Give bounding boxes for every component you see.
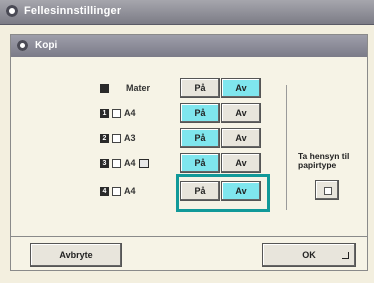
vertical-divider bbox=[286, 85, 287, 210]
settings-icon bbox=[6, 5, 18, 17]
row-label-drawer-2: 2 A3 bbox=[100, 131, 136, 145]
cancel-label: Avbryte bbox=[59, 250, 93, 260]
row-2-off-button[interactable]: Av bbox=[221, 128, 261, 148]
ok-button[interactable]: OK bbox=[262, 243, 356, 267]
row-1-off-button[interactable]: Av bbox=[221, 103, 261, 123]
row-label-drawer-3: 3 A4 bbox=[100, 156, 149, 170]
row-label-drawer-1: 1 A4 bbox=[100, 106, 136, 120]
tray-orientation-icon bbox=[138, 158, 149, 168]
footer-divider bbox=[11, 236, 367, 237]
row-0-off-button[interactable]: Av bbox=[221, 78, 261, 98]
drawer-number: 3 bbox=[100, 158, 109, 168]
ok-label: OK bbox=[302, 250, 316, 260]
drawer-number: 1 bbox=[100, 108, 109, 118]
paper-icon bbox=[112, 186, 121, 196]
panel-title: Kopi bbox=[35, 40, 58, 51]
feeder-icon bbox=[100, 83, 109, 93]
row-3-on-button[interactable]: På bbox=[180, 153, 220, 173]
row-label-drawer-4: 4 A4 bbox=[100, 184, 136, 198]
square-icon bbox=[324, 187, 332, 195]
paper-type-button[interactable] bbox=[315, 180, 339, 200]
row-label-text: Mater bbox=[126, 83, 151, 93]
drawer-number: 2 bbox=[100, 133, 109, 143]
window-titlebar: Fellesinnstillinger bbox=[0, 0, 374, 25]
row-label-text: A4 bbox=[124, 186, 136, 196]
paper-icon bbox=[112, 158, 121, 168]
row-2-on-button[interactable]: På bbox=[180, 128, 220, 148]
row-0-on-button[interactable]: På bbox=[180, 78, 220, 98]
panel-titlebar: Kopi bbox=[11, 35, 367, 57]
cancel-button[interactable]: Avbryte bbox=[30, 243, 122, 267]
row-label-text: A4 bbox=[124, 108, 136, 118]
paper-icon bbox=[112, 108, 121, 118]
focus-highlight bbox=[176, 174, 270, 212]
drawer-number: 4 bbox=[100, 186, 109, 196]
paper-icon bbox=[112, 133, 121, 143]
row-label-text: A4 bbox=[124, 158, 136, 168]
row-label-feeder: Mater bbox=[100, 81, 150, 95]
copy-icon bbox=[17, 40, 28, 51]
window-title: Fellesinnstillinger bbox=[24, 5, 122, 17]
row-1-on-button[interactable]: På bbox=[180, 103, 220, 123]
paper-type-label: Ta hensyn til papirtype bbox=[298, 151, 350, 170]
enter-icon bbox=[342, 252, 349, 259]
row-label-text: A3 bbox=[124, 133, 136, 143]
row-3-off-button[interactable]: Av bbox=[221, 153, 261, 173]
